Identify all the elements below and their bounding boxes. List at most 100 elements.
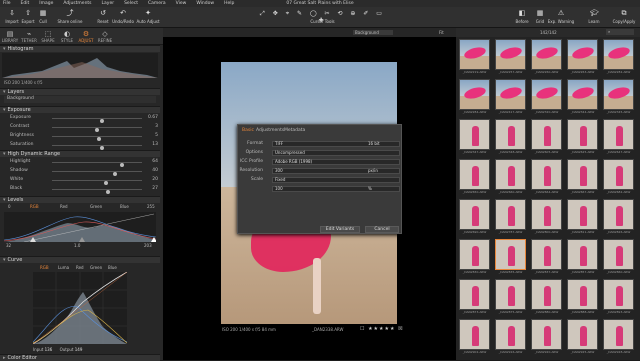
cull-button[interactable]: ▦ Cull bbox=[36, 10, 50, 25]
thumbnail[interactable]: _DAN2800.ARW bbox=[531, 199, 562, 237]
slider-track[interactable] bbox=[52, 162, 142, 167]
thumbnail-image[interactable] bbox=[567, 159, 598, 190]
slider-value[interactable]: 3 bbox=[146, 124, 158, 129]
thumbnail[interactable]: _DAN2916.ARW bbox=[495, 319, 526, 357]
undo-redo-button[interactable]: ↶ Undo/Redo bbox=[111, 10, 135, 25]
fit-zoom[interactable]: Fit bbox=[439, 30, 444, 35]
dialog-row-field[interactable]: Adobe RGB (1998) bbox=[272, 159, 400, 165]
slider-value[interactable]: 0.67 bbox=[146, 115, 158, 120]
menu-item[interactable]: Window bbox=[196, 1, 214, 6]
cursor-tools[interactable]: ⤢ ✥ ⌖ ✎ ◯ ✂ ⟲ ⊕ ✐ ▭ ✚ Cursor Tools bbox=[255, 10, 390, 24]
histogram-header[interactable]: ▾ Histogram bbox=[0, 45, 160, 52]
thumbnail-image[interactable] bbox=[495, 39, 526, 70]
thumbnail[interactable]: _DAN2857.ARW bbox=[567, 239, 598, 277]
slider-value[interactable]: 27 bbox=[146, 186, 158, 191]
curve-tab-green[interactable]: Green bbox=[90, 265, 102, 270]
menu-item[interactable]: Camera bbox=[148, 1, 166, 6]
curve-output-value[interactable]: 149 bbox=[75, 347, 83, 352]
import-button[interactable]: ⇩ Import bbox=[4, 10, 20, 25]
curve-tab-rgb[interactable]: RGB bbox=[40, 265, 49, 270]
thumbnail[interactable]: _DAN2835.ARW bbox=[495, 239, 526, 277]
slider-knob[interactable] bbox=[104, 181, 108, 185]
before-button[interactable]: ◧ Before bbox=[514, 10, 530, 25]
dialog-tab-metadata[interactable]: Metadata bbox=[284, 128, 305, 133]
thumbnail[interactable]: _DAN2660.ARW bbox=[495, 159, 526, 197]
thumbnail[interactable]: _DAN2257.ARW bbox=[495, 39, 526, 77]
tab-adjust[interactable]: ⚙ ADJUST bbox=[77, 30, 95, 43]
thumbnail[interactable]: _DAN2263.ARW bbox=[567, 39, 598, 77]
hdr-header[interactable]: ▾ High Dynamic Range bbox=[0, 150, 160, 157]
levels-header[interactable]: ▾ Levels bbox=[0, 196, 160, 203]
thumbnail[interactable]: _DAN2893.ARW bbox=[603, 279, 634, 317]
thumbnail-image[interactable] bbox=[567, 279, 598, 310]
menu-item[interactable]: View bbox=[176, 1, 187, 6]
thumbnail-image[interactable] bbox=[531, 319, 562, 350]
cursor-tools-icons[interactable]: ⤢ ✥ ⌖ ✎ ◯ ✂ ⟲ ⊕ ✐ ▭ ✚ bbox=[255, 10, 390, 24]
reset-button[interactable]: ↺ Reset bbox=[96, 10, 110, 25]
thumbnail[interactable]: _DAN2873.ARW bbox=[459, 279, 490, 317]
thumbnail-image[interactable] bbox=[603, 159, 634, 190]
layer-background-row[interactable]: Background bbox=[4, 96, 156, 103]
thumbnail-image[interactable] bbox=[459, 119, 490, 150]
thumbnail[interactable]: _DAN2345.ARW bbox=[603, 79, 634, 117]
thumbnail-image[interactable] bbox=[495, 319, 526, 350]
thumbnail[interactable]: _DAN2347.ARW bbox=[459, 119, 490, 157]
thumbnail[interactable]: _DAN2260.ARW bbox=[531, 39, 562, 77]
thumbnail-image[interactable] bbox=[495, 159, 526, 190]
thumbnail[interactable]: _DAN2320.ARW bbox=[531, 79, 562, 117]
thumbnail-image[interactable] bbox=[459, 39, 490, 70]
thumbnail[interactable]: _DAN2284.ARW bbox=[459, 79, 490, 117]
variant-select[interactable]: Background bbox=[353, 30, 393, 35]
tab-library[interactable]: ▤ LIBRARY bbox=[1, 30, 19, 43]
tab-style[interactable]: ◐ STYLE bbox=[58, 30, 76, 43]
search-input[interactable]: ⌕ bbox=[606, 29, 634, 35]
thumbnail-image[interactable] bbox=[531, 119, 562, 150]
thumbnail[interactable]: _DAN2837.ARW bbox=[531, 239, 562, 277]
thumbnail-image[interactable] bbox=[603, 279, 634, 310]
slider-track[interactable] bbox=[52, 189, 142, 194]
slider-value[interactable]: 5 bbox=[146, 133, 158, 138]
thumbnail-image[interactable] bbox=[531, 79, 562, 110]
thumbnail[interactable]: _DAN2875.ARW bbox=[495, 279, 526, 317]
menu-item[interactable]: File bbox=[3, 1, 11, 6]
thumbnail-image[interactable] bbox=[531, 279, 562, 310]
slider-track[interactable] bbox=[52, 136, 142, 141]
slider-track[interactable] bbox=[52, 127, 142, 132]
thumbnail-image[interactable] bbox=[459, 239, 490, 270]
learn-button[interactable]: 🎓︎ Learn bbox=[586, 10, 602, 25]
thumbnail[interactable]: _DAN2920.ARW bbox=[531, 319, 562, 357]
thumbnail[interactable]: _DAN2902.ARW bbox=[459, 319, 490, 357]
dialog-tab-adjustments[interactable]: Adjustments bbox=[256, 128, 284, 133]
thumbnail[interactable]: _DAN2417.ARW bbox=[495, 79, 526, 117]
thumbnail-image[interactable] bbox=[531, 199, 562, 230]
thumbnail[interactable]: _DAN2344.ARW bbox=[567, 79, 598, 117]
levels-tab-green[interactable]: Green bbox=[90, 204, 102, 209]
thumbnail[interactable]: _DAN2625.ARW bbox=[567, 119, 598, 157]
menu-item[interactable]: Help bbox=[224, 1, 234, 6]
thumbnail-image[interactable] bbox=[567, 119, 598, 150]
thumbnail[interactable]: _DAN2667.ARW bbox=[567, 159, 598, 197]
tab-refine[interactable]: ◇ REFINE bbox=[96, 30, 114, 43]
slider-track[interactable] bbox=[52, 118, 142, 123]
auto-adjust-button[interactable]: ✦ Auto Adjust bbox=[136, 10, 160, 25]
slider-knob[interactable] bbox=[96, 137, 101, 141]
thumbnail-image[interactable] bbox=[495, 199, 526, 230]
dialog-row-field[interactable]: Uncompressed bbox=[272, 150, 400, 156]
levels-input-shadow[interactable]: 32 bbox=[6, 243, 11, 248]
slider-value[interactable]: 40 bbox=[146, 168, 158, 173]
thumbnail-image[interactable] bbox=[603, 39, 634, 70]
thumbnail-image[interactable] bbox=[495, 119, 526, 150]
curve-input-value[interactable]: 136 bbox=[45, 347, 53, 352]
menu-item[interactable]: Select bbox=[124, 1, 138, 6]
thumbnail-image[interactable] bbox=[603, 119, 634, 150]
levels-tab-red[interactable]: Red bbox=[60, 204, 68, 209]
slider-knob[interactable] bbox=[95, 128, 99, 132]
levels-input-gamma[interactable]: 1.0 bbox=[74, 243, 80, 248]
slider-knob[interactable] bbox=[99, 119, 104, 123]
thumbnail[interactable]: _DAN2647.ARW bbox=[603, 119, 634, 157]
curve-tab-blue[interactable]: Blue bbox=[108, 265, 117, 270]
thumbnail[interactable]: _DAN2664.ARW bbox=[531, 159, 562, 197]
thumbnail[interactable]: _DAN2282.ARW bbox=[603, 39, 634, 77]
thumbnail-image[interactable] bbox=[603, 319, 634, 350]
thumbnail-image[interactable] bbox=[531, 39, 562, 70]
